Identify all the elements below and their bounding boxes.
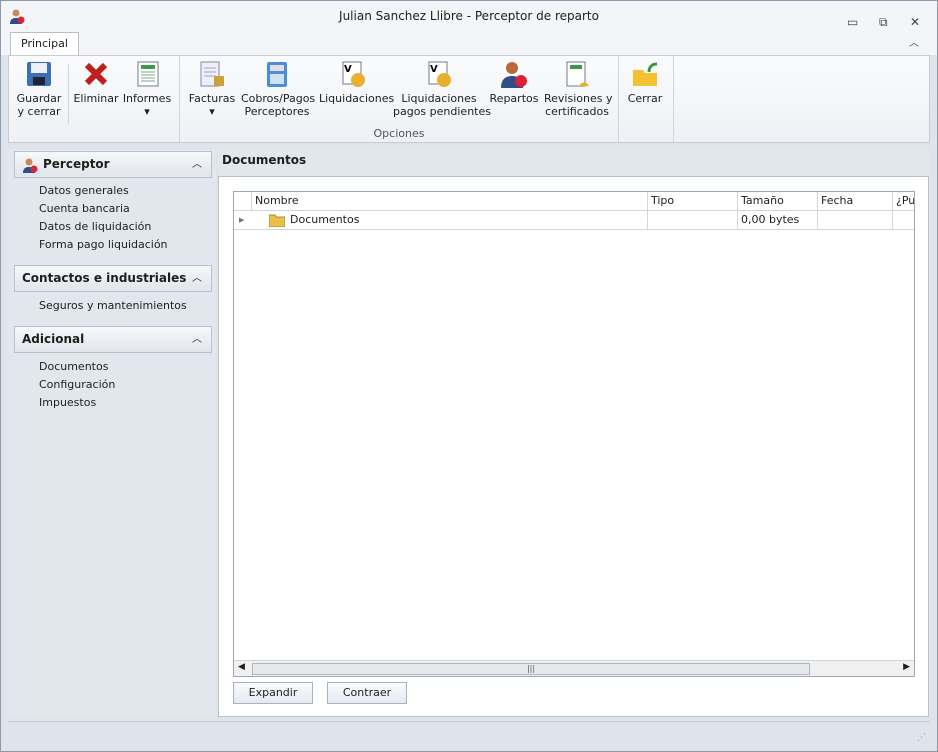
documents-tree-grid[interactable]: Nombre Tipo Tamaño Fecha ¿Pul ▶ Document… <box>233 191 915 677</box>
save-icon <box>27 62 51 86</box>
cobros-pagos-button[interactable]: Cobros/Pagos Perceptores <box>241 60 315 118</box>
row-indicator-icon: ▶ <box>239 216 245 224</box>
collapse-ribbon-icon[interactable]: ︿ <box>909 34 919 49</box>
title-bar: Julian Sanchez Llibre - Perceptor de rep… <box>1 1 937 31</box>
chevron-up-icon[interactable]: ︿ <box>192 327 202 352</box>
chevron-up-icon[interactable]: ︿ <box>192 266 202 291</box>
column-fecha[interactable]: Fecha <box>817 192 892 211</box>
report-icon <box>137 61 159 87</box>
liquidation-seal-icon: V <box>342 61 365 87</box>
app-user-icon <box>10 9 25 24</box>
liquidaciones-pendientes-button[interactable]: V Liquidaciones pagos pendientes <box>393 60 491 118</box>
link-impuestos[interactable]: Impuestos <box>39 396 96 409</box>
chevron-up-icon[interactable]: ︿ <box>192 152 202 177</box>
group-label-opciones: Opciones <box>373 127 425 140</box>
report-bell-icon <box>566 61 589 87</box>
user-pie-icon <box>501 62 527 88</box>
cerrar-button[interactable]: Cerrar <box>623 60 667 105</box>
main-panel: Documentos Nombre Tipo Tamaño Fecha ¿Pul… <box>218 149 930 717</box>
sidebar: Perceptor ︿ Datos generales Cuenta bancar… <box>8 149 216 717</box>
section-contactos[interactable]: Contactos e industriales ︿ <box>14 265 212 292</box>
link-seguros[interactable]: Seguros y mantenimientos <box>39 299 187 312</box>
section-perceptor[interactable]: Perceptor ︿ <box>14 151 212 178</box>
window: Julian Sanchez Llibre - Perceptor de rep… <box>0 0 938 752</box>
section-adicional[interactable]: Adicional ︿ <box>14 326 212 353</box>
informes-button[interactable]: Informes ▾ <box>122 60 172 118</box>
link-datos-generales[interactable]: Datos generales <box>39 184 129 197</box>
link-configuracion[interactable]: Configuración <box>39 378 115 391</box>
invoice-coins-icon <box>200 61 224 87</box>
svg-text:V: V <box>344 64 352 75</box>
window-title: Julian Sanchez Llibre - Perceptor de rep… <box>339 9 599 23</box>
column-publico[interactable]: ¿Pul <box>892 192 914 211</box>
scroll-thumb[interactable]: ||| <box>252 663 810 675</box>
delete-x-icon <box>84 62 108 86</box>
user-icon <box>23 158 38 173</box>
link-datos-liquidacion[interactable]: Datos de liquidación <box>39 220 151 233</box>
column-tamano[interactable]: Tamaño <box>737 192 817 211</box>
svg-text:V: V <box>430 64 438 75</box>
tab-principal[interactable]: Principal <box>10 32 79 56</box>
liquidation-seal-icon: V <box>428 61 451 87</box>
repartos-button[interactable]: Repartos <box>489 60 539 105</box>
link-forma-pago[interactable]: Forma pago liquidación <box>39 238 168 251</box>
facturas-button[interactable]: Facturas ▾ <box>187 60 237 118</box>
horizontal-scrollbar[interactable]: ◀ ||| ▶ <box>234 660 914 676</box>
scroll-left-icon[interactable]: ◀ <box>238 662 245 672</box>
folder-exit-icon <box>633 62 658 86</box>
page-title: Documentos <box>222 153 307 167</box>
link-cuenta-bancaria[interactable]: Cuenta bancaria <box>39 202 130 215</box>
resize-grip-icon[interactable]: ⋰ <box>917 733 926 743</box>
eliminar-button[interactable]: Eliminar <box>72 60 120 105</box>
liquidaciones-button[interactable]: V Liquidaciones <box>319 60 394 105</box>
calculator-icon <box>267 62 287 87</box>
status-bar: ⋰ <box>8 721 930 745</box>
table-row[interactable]: ▶ Documentos 0,00 bytes <box>234 211 914 230</box>
expandir-button[interactable]: Expandir <box>233 682 313 704</box>
folder-icon <box>269 214 285 227</box>
ribbon: Guardar y cerrar Eliminar Informes ▾ Fact… <box>8 55 930 143</box>
column-nombre[interactable]: Nombre <box>251 192 648 211</box>
link-documentos[interactable]: Documentos <box>39 360 108 373</box>
revisiones-button[interactable]: Revisiones y certificados <box>544 60 612 118</box>
grid-header: Nombre Tipo Tamaño Fecha ¿Pul <box>234 192 914 211</box>
guardar-button[interactable]: Guardar y cerrar <box>13 60 65 118</box>
scroll-right-icon[interactable]: ▶ <box>903 662 910 672</box>
contraer-button[interactable]: Contraer <box>327 682 407 704</box>
column-tipo[interactable]: Tipo <box>647 192 737 211</box>
